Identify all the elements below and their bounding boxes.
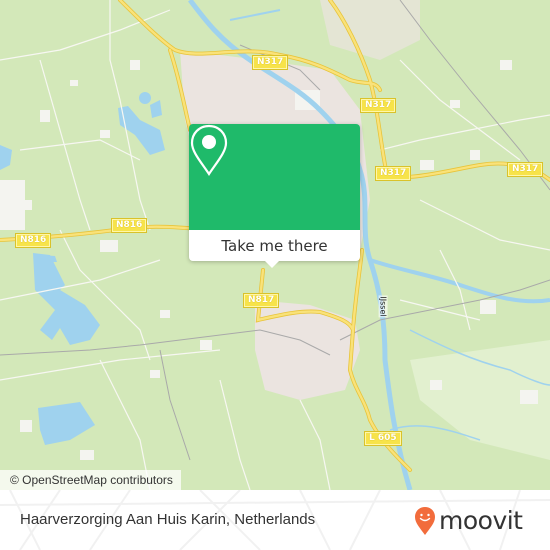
map-view[interactable]: N317 N317 N317 N317 N816 N816 N817 L 605…: [0, 0, 550, 490]
road-label-n317: N317: [359, 98, 397, 113]
map-pin-icon: [190, 124, 228, 176]
road-label-n816: N816: [14, 233, 52, 248]
place-name: Haarverzorging Aan Huis Karin, Netherlan…: [20, 511, 316, 528]
moovit-logo[interactable]: moovit: [414, 504, 523, 538]
road-label-l605: L 605: [364, 431, 402, 446]
water-bodies: [0, 92, 165, 445]
road-label-n817: N817: [242, 293, 280, 308]
moovit-wordmark: moovit: [439, 506, 523, 535]
road-label-n317: N317: [506, 162, 544, 177]
footer-bar: Haarverzorging Aan Huis Karin, Netherlan…: [0, 490, 550, 550]
location-popup: Take me there: [189, 124, 360, 268]
moovit-smiley-pin-icon: [415, 507, 435, 535]
road-label-n317: N317: [251, 55, 289, 70]
road-label-n816: N816: [110, 218, 148, 233]
take-me-there-button[interactable]: Take me there: [189, 230, 360, 261]
urban-area-town: [255, 300, 360, 400]
popup-pointer: [264, 260, 280, 268]
road-label-n317: N317: [374, 166, 412, 181]
river-label-ijssel: IJssel: [378, 295, 388, 318]
popup-header: [189, 124, 360, 230]
map-attribution[interactable]: © OpenStreetMap contributors: [0, 470, 181, 490]
